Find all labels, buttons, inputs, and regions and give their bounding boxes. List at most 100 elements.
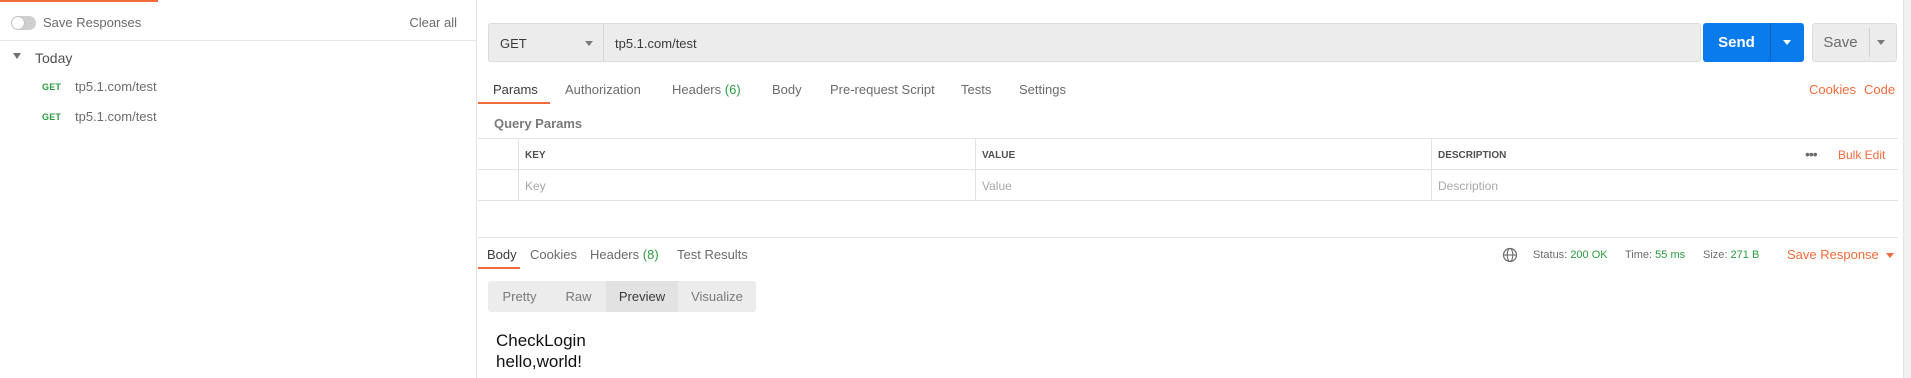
key-input[interactable]: Key	[518, 170, 975, 201]
column-header-label: DESCRIPTION	[1438, 150, 1507, 161]
save-divider	[1869, 28, 1870, 57]
tab-label: Params	[493, 82, 538, 97]
tab-label: Pre-request Script	[830, 82, 935, 97]
method-badge: GET	[42, 112, 62, 122]
toggle-knob	[12, 17, 24, 29]
cookies-link[interactable]: Cookies	[1809, 82, 1856, 97]
tab-label: Authorization	[565, 82, 641, 97]
send-label: Send	[1718, 34, 1755, 51]
history-item[interactable]: GET tp5.1.com/test	[0, 105, 476, 131]
column-header-label: VALUE	[982, 150, 1016, 161]
size-value: 271 B	[1730, 249, 1760, 261]
view-tab-preview[interactable]: Preview	[606, 281, 678, 312]
tab-label: Headers	[590, 247, 640, 262]
tab-label: Tests	[961, 82, 992, 97]
column-header-key: KEY	[518, 139, 1015, 170]
save-responses-toggle[interactable]	[11, 16, 36, 30]
status-readout: Status: 200 OK	[1533, 249, 1608, 261]
history-group-label: Today	[35, 50, 73, 66]
save-button[interactable]: Save	[1812, 23, 1897, 62]
bulk-edit-link[interactable]: Bulk Edit	[1838, 148, 1885, 162]
send-button[interactable]: Send	[1703, 23, 1804, 62]
tab-label: Body	[772, 82, 802, 97]
status-value: 200 OK	[1570, 249, 1608, 261]
response-tab-headers[interactable]: Headers (8)	[590, 247, 659, 262]
description-placeholder: Description	[1438, 179, 1499, 193]
tab-pre-request-script[interactable]: Pre-request Script	[830, 82, 935, 97]
request-pane: GET tp5.1.com/test Send Save Params Auth…	[478, 0, 1911, 378]
time-readout: Time: 55 ms	[1625, 249, 1685, 261]
tab-label: Cookies	[530, 247, 577, 262]
save-options-chevron-icon[interactable]	[1877, 40, 1885, 45]
clear-all-button[interactable]: Clear all	[409, 15, 457, 30]
column-header-label: KEY	[525, 150, 546, 161]
value-input[interactable]: Value	[975, 170, 1431, 201]
url-bar: GET tp5.1.com/test	[488, 23, 1701, 62]
history-url: tp5.1.com/test	[75, 109, 157, 124]
key-placeholder: Key	[525, 179, 546, 193]
code-link[interactable]: Code	[1864, 82, 1895, 97]
time-label: Time:	[1625, 249, 1653, 261]
response-tab-test-results[interactable]: Test Results	[677, 247, 748, 262]
tab-settings[interactable]: Settings	[1019, 82, 1066, 97]
caret-down-icon	[13, 53, 21, 59]
query-params-table: KEY VALUE DESCRIPTION ••• Bulk Edit Key …	[478, 138, 1898, 201]
response-body-preview: CheckLogin hello,world!	[496, 330, 586, 372]
response-tab-cookies[interactable]: Cookies	[530, 247, 577, 262]
history-header: Save Responses Clear all	[0, 2, 476, 41]
save-response-label: Save Response	[1787, 247, 1879, 262]
view-tab-raw[interactable]: Raw	[551, 281, 606, 312]
tab-label: Test Results	[677, 247, 748, 262]
tab-label: Settings	[1019, 82, 1066, 97]
size-readout: Size: 271 B	[1703, 249, 1759, 261]
request-tabs: Params Authorization Headers (6) Body Pr…	[478, 78, 1898, 106]
view-tab-pretty[interactable]: Pretty	[488, 281, 551, 312]
value-placeholder: Value	[982, 179, 1012, 193]
column-header-description: DESCRIPTION	[1431, 139, 1898, 170]
response-tab-body[interactable]: Body	[487, 247, 517, 262]
size-label: Size:	[1703, 249, 1728, 261]
chevron-down-icon	[1885, 253, 1894, 259]
response-view-mode: Pretty Raw Preview Visualize	[488, 281, 756, 312]
response-line: hello,world!	[496, 352, 582, 371]
method-badge: GET	[42, 82, 62, 92]
tab-count: (6)	[724, 82, 741, 97]
view-tab-visualize[interactable]: Visualize	[678, 281, 756, 312]
history-url: tp5.1.com/test	[75, 79, 157, 94]
active-tab-underline	[478, 267, 520, 269]
response-tabs: Body Cookies Headers (8) Test Results St…	[478, 243, 1898, 271]
active-tab-underline	[478, 102, 550, 104]
send-options-chevron-icon[interactable]	[1783, 40, 1791, 45]
chevron-down-icon	[585, 41, 593, 46]
tab-headers[interactable]: Headers (6)	[672, 82, 741, 97]
tab-params[interactable]: Params	[493, 82, 538, 97]
history-item[interactable]: GET tp5.1.com/test	[0, 75, 476, 101]
response-divider[interactable]	[478, 237, 1898, 238]
table-header-row: KEY VALUE DESCRIPTION ••• Bulk Edit	[478, 139, 1898, 170]
globe-icon[interactable]	[1502, 247, 1518, 263]
more-options-icon[interactable]: •••	[1805, 146, 1818, 162]
query-params-title: Query Params	[494, 116, 583, 131]
tab-authorization[interactable]: Authorization	[565, 82, 641, 97]
tab-label: Body	[487, 247, 517, 262]
history-sidebar: Save Responses Clear all Today GET tp5.1…	[0, 0, 477, 378]
column-header-value: VALUE	[975, 139, 1431, 170]
send-divider	[1770, 23, 1771, 62]
response-line: CheckLogin	[496, 331, 586, 350]
tab-label: Headers	[672, 82, 722, 97]
method-value: GET	[500, 36, 527, 51]
time-value: 55 ms	[1655, 249, 1686, 261]
tab-count: (8)	[642, 247, 659, 262]
url-input[interactable]: tp5.1.com/test	[615, 36, 697, 51]
table-row: Key Value Description	[478, 170, 1898, 201]
save-responses-label: Save Responses	[43, 15, 142, 30]
tab-tests[interactable]: Tests	[961, 82, 991, 97]
save-label: Save	[1823, 34, 1858, 51]
history-group-today[interactable]: Today	[0, 48, 476, 70]
method-select[interactable]: GET	[489, 24, 604, 61]
tab-body[interactable]: Body	[772, 82, 802, 97]
description-input[interactable]: Description	[1431, 170, 1898, 201]
save-response-button[interactable]: Save Response	[1787, 247, 1894, 262]
status-label: Status:	[1533, 249, 1568, 261]
vertical-scrollbar[interactable]	[1903, 0, 1911, 378]
